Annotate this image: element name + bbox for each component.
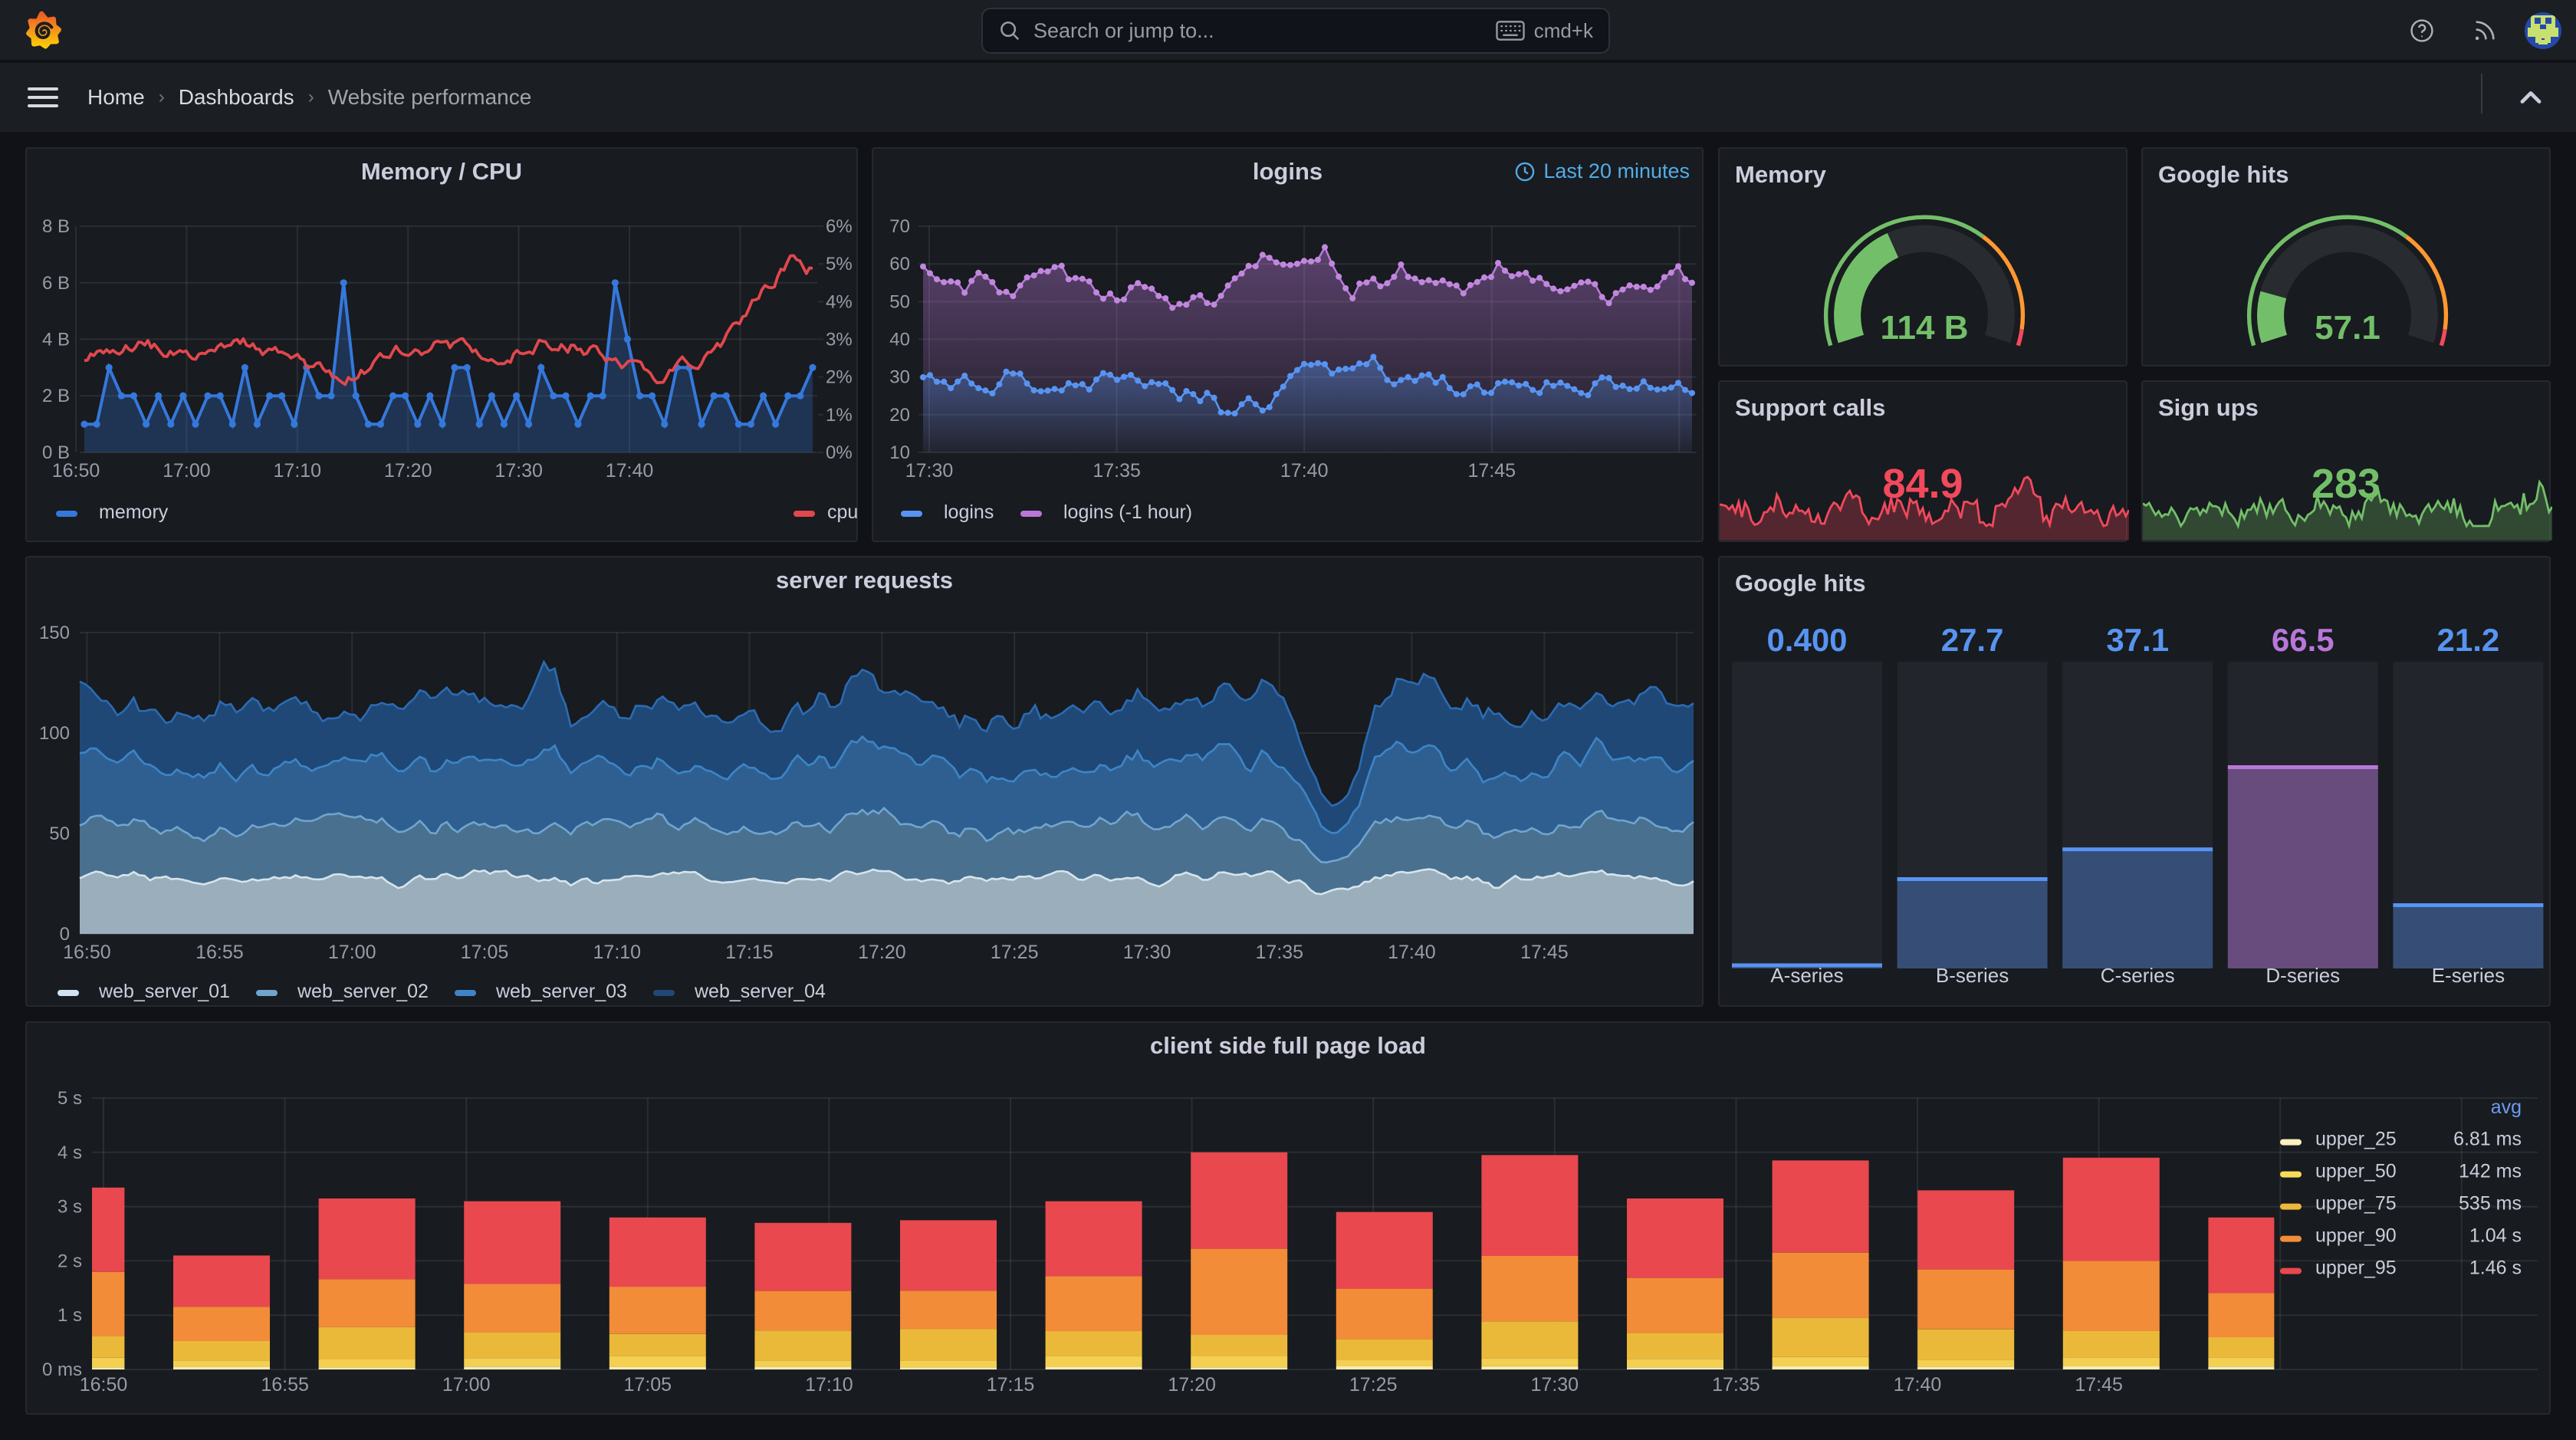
svg-text:17:20: 17:20 [1168,1374,1216,1396]
svg-text:upper_75: upper_75 [2315,1193,2397,1215]
svg-text:57.1: 57.1 [2315,309,2380,347]
svg-text:60: 60 [889,254,910,275]
svg-text:100: 100 [39,723,70,744]
svg-text:E-series: E-series [2432,964,2505,987]
svg-text:web_server_02: web_server_02 [297,981,429,1002]
svg-text:17:20: 17:20 [858,942,906,963]
svg-text:D-series: D-series [2266,964,2340,987]
svg-text:17:35: 17:35 [1256,942,1304,963]
svg-text:17:45: 17:45 [1520,942,1569,963]
svg-text:21.2: 21.2 [2437,622,2500,658]
svg-text:17:10: 17:10 [274,460,322,482]
svg-text:16:55: 16:55 [196,942,244,963]
svg-text:6%: 6% [826,216,853,237]
svg-text:50: 50 [889,291,910,312]
svg-text:1 s: 1 s [58,1305,82,1326]
svg-text:17:05: 17:05 [461,942,509,963]
svg-text:50: 50 [49,824,70,844]
svg-text:535 ms: 535 ms [2459,1193,2522,1215]
svg-text:logins: logins [944,501,994,523]
svg-text:17:45: 17:45 [1468,460,1516,482]
svg-text:17:35: 17:35 [1712,1374,1760,1396]
svg-text:17:00: 17:00 [442,1374,491,1396]
svg-text:1.04 s: 1.04 s [2469,1225,2522,1247]
svg-text:upper_25: upper_25 [2315,1129,2397,1150]
svg-text:17:30: 17:30 [495,460,543,482]
svg-text:16:50: 16:50 [63,942,111,963]
svg-text:17:40: 17:40 [1388,942,1436,963]
svg-text:16:50: 16:50 [80,1374,128,1396]
svg-text:17:30: 17:30 [1123,942,1171,963]
svg-text:1%: 1% [826,405,853,426]
svg-text:142 ms: 142 ms [2459,1161,2522,1182]
svg-text:40: 40 [889,329,910,350]
svg-text:17:00: 17:00 [163,460,211,482]
svg-text:5 s: 5 s [58,1088,82,1109]
svg-text:16:55: 16:55 [261,1374,309,1396]
svg-text:17:30: 17:30 [1531,1374,1579,1396]
svg-text:web_server_04: web_server_04 [694,981,826,1002]
svg-text:16:50: 16:50 [52,460,100,482]
svg-text:37.1: 37.1 [2106,622,2169,658]
svg-text:27.7: 27.7 [1941,622,2004,658]
svg-text:4 s: 4 s [58,1142,82,1163]
svg-text:17:15: 17:15 [725,942,774,963]
svg-text:17:10: 17:10 [805,1374,853,1396]
svg-text:17:30: 17:30 [905,460,954,482]
svg-text:17:40: 17:40 [1894,1374,1942,1396]
svg-text:17:05: 17:05 [624,1374,672,1396]
svg-text:17:00: 17:00 [328,942,376,963]
svg-text:logins (-1 hour): logins (-1 hour) [1063,501,1192,523]
svg-text:70: 70 [889,216,910,237]
svg-text:4%: 4% [826,291,853,312]
svg-text:150: 150 [39,623,70,643]
svg-text:upper_95: upper_95 [2315,1258,2397,1279]
svg-text:17:40: 17:40 [1280,460,1329,482]
svg-text:6.81 ms: 6.81 ms [2453,1129,2522,1150]
svg-text:17:25: 17:25 [1349,1374,1398,1396]
svg-text:17:35: 17:35 [1092,460,1141,482]
svg-text:2%: 2% [826,367,853,388]
svg-text:6 B: 6 B [42,273,70,294]
svg-text:cpu: cpu [827,501,858,523]
svg-text:8 B: 8 B [42,216,70,237]
svg-text:B-series: B-series [1936,964,2009,987]
svg-text:memory: memory [99,501,169,523]
svg-text:3 s: 3 s [58,1197,82,1218]
svg-text:web_server_03: web_server_03 [495,981,627,1002]
svg-text:17:20: 17:20 [384,460,432,482]
svg-text:1.46 s: 1.46 s [2469,1258,2522,1279]
svg-text:5%: 5% [826,254,853,275]
svg-text:17:15: 17:15 [987,1374,1035,1396]
svg-text:A-series: A-series [1770,964,1843,987]
svg-text:66.5: 66.5 [2272,622,2334,658]
svg-text:30: 30 [889,367,910,388]
svg-text:17:40: 17:40 [606,460,654,482]
svg-text:114 B: 114 B [1881,309,1969,347]
svg-text:web_server_01: web_server_01 [98,981,230,1002]
svg-text:17:25: 17:25 [991,942,1039,963]
svg-text:4 B: 4 B [42,329,70,350]
svg-text:0.400: 0.400 [1766,622,1847,658]
svg-text:0 ms: 0 ms [42,1359,82,1380]
svg-text:avg: avg [2491,1096,2522,1118]
svg-text:17:10: 17:10 [593,942,642,963]
svg-text:C-series: C-series [2101,964,2175,987]
svg-text:0%: 0% [826,442,853,463]
svg-text:upper_90: upper_90 [2315,1225,2397,1247]
svg-text:2 B: 2 B [42,386,70,406]
svg-text:2 s: 2 s [58,1251,82,1271]
svg-text:upper_50: upper_50 [2315,1161,2397,1182]
svg-text:20: 20 [889,405,910,426]
svg-text:3%: 3% [826,329,853,350]
svg-text:17:45: 17:45 [2075,1374,2123,1396]
